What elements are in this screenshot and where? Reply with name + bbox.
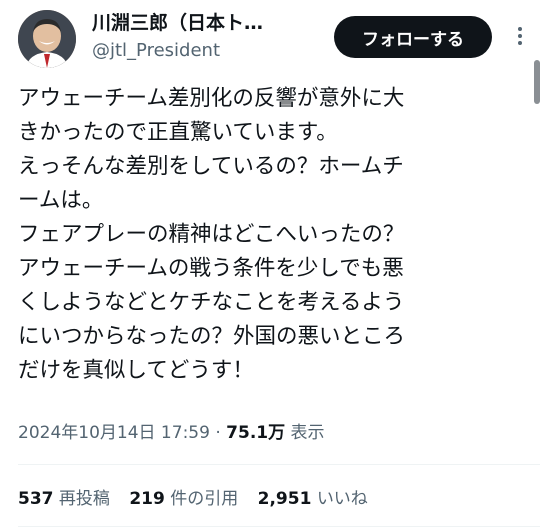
tweet-line: だけを真似してどうす！	[18, 358, 254, 383]
tweet-header: 川淵三郎（日本ト… @jtl_President フォローする	[18, 8, 530, 72]
retweets-stat[interactable]: 537 再投稿	[18, 484, 110, 509]
divider	[18, 464, 540, 465]
tweet-line: くしようなどとケチなことを考えるよう	[18, 290, 405, 315]
tweet-line: えっそんな差別をしているの？ホームチ	[18, 154, 404, 179]
follow-button[interactable]: フォローする	[334, 16, 492, 58]
views-count: 75.1万	[226, 423, 286, 443]
tweet-line: アウェーチームの戦う条件を少しでも悪	[18, 256, 404, 281]
tweet-line: フェアプレーの精神はどこへいったの？	[18, 222, 405, 247]
author-avatar[interactable]	[18, 10, 76, 68]
tweet-line: きかったので正直驚いています。	[18, 120, 338, 145]
user-avatar-icon	[18, 10, 76, 68]
tweet-meta: 2024年10月14日 17:59 · 75.1万 表示	[18, 418, 325, 443]
likes-stat[interactable]: 2,951 いいね	[258, 484, 368, 509]
likes-label: いいね	[316, 489, 368, 509]
scrollbar-thumb[interactable]	[534, 60, 540, 104]
retweets-count: 537	[18, 489, 54, 509]
quotes-stat[interactable]: 219 件の引用	[129, 484, 238, 509]
meta-separator: ·	[215, 423, 221, 443]
tweet-timestamp[interactable]: 2024年10月14日 17:59	[18, 423, 210, 443]
author-display-name[interactable]: 川淵三郎（日本ト…	[92, 10, 332, 36]
more-dots-icon[interactable]	[506, 22, 534, 50]
quotes-count: 219	[129, 489, 165, 509]
retweets-label: 再投稿	[58, 489, 110, 509]
author-handle[interactable]: @jtl_President	[92, 38, 332, 64]
quotes-label: 件の引用	[170, 489, 239, 509]
likes-count: 2,951	[257, 489, 312, 509]
engagement-stats: 537 再投稿 219 件の引用 2,951 いいね	[18, 484, 382, 509]
tweet-line: アウェーチーム差別化の反響が意外に大	[18, 86, 405, 111]
divider	[18, 526, 540, 527]
tweet-line: ームは。	[18, 188, 104, 213]
views-label: 表示	[290, 423, 325, 443]
author-info: 川淵三郎（日本ト… @jtl_President	[92, 10, 332, 64]
tweet-line: にいつからなったの？外国の悪いところ	[18, 324, 406, 349]
tweet-body: アウェーチーム差別化の反響が意外に大 きかったので正直驚いています。 えっそんな…	[18, 82, 528, 388]
